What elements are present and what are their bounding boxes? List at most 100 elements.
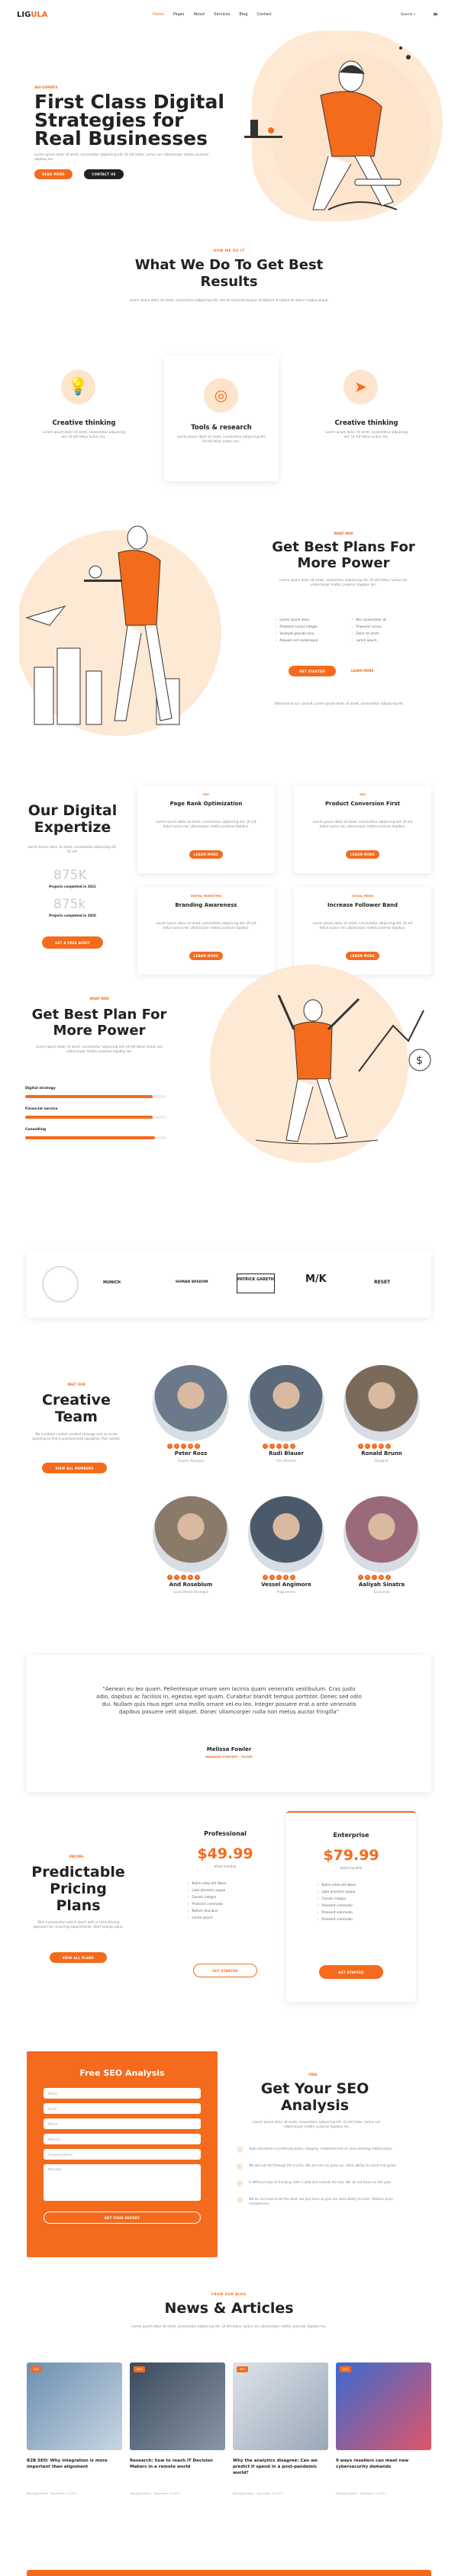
linkedin-icon[interactable]: in — [379, 1444, 384, 1449]
twitter-icon[interactable]: t — [174, 1575, 179, 1580]
youtube-icon[interactable]: y — [290, 1444, 295, 1449]
news-card[interactable]: SEO Research: how to reach IT Decision M… — [130, 2362, 225, 2515]
email-field[interactable]: Email — [44, 2103, 201, 2114]
hero-eyebrow: SEO EXPERTS — [34, 85, 58, 89]
news-title[interactable]: Why the analytics disagree: Can we predi… — [233, 2458, 324, 2476]
instagram-icon[interactable]: i — [372, 1575, 377, 1580]
facebook-icon[interactable]: f — [167, 1575, 173, 1580]
stat-label: Projects completed in 2021 — [49, 885, 96, 888]
hero-contact-button[interactable]: CONTACT US — [84, 169, 124, 179]
phone-field[interactable]: Phone — [44, 2118, 201, 2129]
facebook-icon[interactable]: f — [263, 1575, 268, 1580]
linkedin-icon[interactable]: in — [283, 1444, 289, 1449]
linkedin-icon[interactable]: in — [379, 1575, 384, 1580]
member-name: Ronald Brunn — [361, 1450, 402, 1457]
learn-more-button[interactable]: LEARN MORE — [346, 850, 379, 859]
message-field[interactable]: Message — [44, 2164, 201, 2201]
company-field[interactable]: Company Name — [44, 2149, 201, 2160]
news-tag[interactable]: SEO — [340, 2366, 352, 2372]
twitter-icon[interactable]: t — [174, 1444, 179, 1449]
youtube-icon[interactable]: y — [195, 1575, 200, 1580]
youtube-icon[interactable]: y — [385, 1444, 391, 1449]
website-field[interactable]: Website — [44, 2134, 201, 2144]
news-image[interactable] — [336, 2362, 431, 2450]
check-icon: ✓ — [317, 1917, 320, 1921]
social-links: f t i in y — [357, 1435, 392, 1450]
hero-read-more-button[interactable]: READ MORE — [34, 169, 73, 179]
twitter-icon[interactable]: t — [269, 1444, 275, 1449]
feature-card: ➤ Creative thinking Lorem ipsum dolor si… — [313, 366, 420, 480]
free-audit-button[interactable]: GET A FREE AUDIT — [42, 936, 103, 949]
card-title: Branding Awareness — [175, 902, 237, 908]
facebook-icon[interactable]: f — [358, 1444, 363, 1449]
menu-icon[interactable]: ≡ — [433, 11, 438, 18]
plans-learn-more-link[interactable]: LEARN MORE — [351, 669, 373, 673]
feature-card-text: Lorem ipsum dolor sit amet, consectetur … — [43, 430, 125, 438]
youtube-icon[interactable]: y — [290, 1575, 295, 1580]
nav-home[interactable]: Home — [153, 12, 164, 17]
expertise-card: DIGITAL MARKETING Branding Awareness Lor… — [137, 887, 275, 975]
check-circle-icon — [237, 2163, 243, 2170]
plans-title: Get Best Plans For More Power — [272, 539, 415, 571]
instagram-icon[interactable]: i — [372, 1444, 377, 1449]
check-icon: ✓ — [187, 1881, 190, 1885]
news-card[interactable]: SEO Why the analytics disagree: Can we p… — [233, 2362, 328, 2515]
nav-blog[interactable]: Blog — [239, 12, 247, 17]
check-icon: ✓ — [317, 1910, 320, 1914]
news-tag[interactable]: SEO — [237, 2366, 249, 2372]
news-card[interactable]: SEO B2B SEO: Why integration is more imp… — [27, 2362, 122, 2515]
team-member: f t i in y Rudi Blauer Vice Director — [244, 1365, 328, 1487]
news-image[interactable] — [27, 2362, 122, 2450]
learn-more-button[interactable]: LEARN MORE — [189, 952, 223, 960]
name-field[interactable]: Name — [44, 2088, 201, 2099]
youtube-icon[interactable]: y — [195, 1444, 200, 1449]
facebook-icon[interactable]: f — [263, 1444, 268, 1449]
card-text: Lorem ipsum dolor sit amet, consectetur … — [312, 921, 413, 930]
facebook-icon[interactable]: f — [358, 1575, 363, 1580]
instagram-icon[interactable]: i — [181, 1444, 186, 1449]
linkedin-icon[interactable]: in — [283, 1575, 289, 1580]
plans-get-started-button[interactable]: GET STARTED — [289, 666, 336, 676]
instagram-icon[interactable]: i — [276, 1575, 282, 1580]
nav-about[interactable]: About — [193, 12, 205, 17]
check-icon: ✓ — [351, 625, 354, 628]
member-role: Designer — [375, 1459, 389, 1463]
get-started-button[interactable]: GET STARTED — [319, 1965, 383, 1979]
linkedin-icon[interactable]: in — [188, 1575, 193, 1580]
news-image[interactable] — [233, 2362, 328, 2450]
skills-eyebrow: WHAT NEW — [89, 997, 109, 1001]
news-tag[interactable]: SEO — [31, 2366, 43, 2372]
get-started-button[interactable]: GET STARTED — [193, 1964, 257, 1977]
avatar — [344, 1496, 420, 1572]
twitter-icon[interactable]: t — [269, 1575, 275, 1580]
nav-services[interactable]: Services — [214, 12, 230, 17]
instagram-icon[interactable]: i — [181, 1575, 186, 1580]
youtube-icon[interactable]: y — [385, 1575, 391, 1580]
search-button[interactable]: Search ⌕ — [401, 12, 415, 17]
learn-more-button[interactable]: LEARN MORE — [189, 850, 223, 859]
news-title[interactable]: 9 ways resellers can meet new cybersecur… — [336, 2458, 427, 2470]
team-member: f t i in y Peter Ross Graphic Designer — [149, 1365, 233, 1487]
view-all-plans-button[interactable]: VIEW ALL PLANS — [50, 1952, 107, 1963]
twitter-icon[interactable]: t — [365, 1575, 370, 1580]
view-all-members-button[interactable]: VIEW ALL MEMBERS — [42, 1463, 107, 1473]
learn-more-button[interactable]: LEARN MORE — [346, 952, 379, 960]
facebook-icon[interactable]: f — [167, 1444, 173, 1449]
news-card[interactable]: SEO 9 ways resellers can meet new cybers… — [336, 2362, 431, 2515]
news-title[interactable]: Research: how to reach IT Decision Maker… — [130, 2458, 221, 2470]
get-report-button[interactable]: GET YOUR REPORT — [44, 2211, 201, 2224]
nav-contact[interactable]: Contact — [256, 12, 271, 17]
pricing-title: Predictable Pricing Plans — [31, 1864, 125, 1914]
logo[interactable]: LIGULA — [17, 11, 48, 19]
news-image[interactable] — [130, 2362, 225, 2450]
linkedin-icon[interactable]: in — [188, 1444, 193, 1449]
news-title[interactable]: B2B SEO: Why integration is more importa… — [27, 2458, 118, 2470]
news-tag[interactable]: SEO — [134, 2366, 146, 2372]
testimonial-card: "Aenean eu leo quam. Pellentesque ornare… — [27, 1655, 431, 1792]
instagram-icon[interactable]: i — [276, 1444, 282, 1449]
nav-pages[interactable]: Pages — [173, 12, 185, 17]
twitter-icon[interactable]: t — [365, 1444, 370, 1449]
whatwedo-text: Lorem ipsum dolor sit amet, consectetur … — [129, 298, 329, 302]
check-icon: ✓ — [275, 631, 278, 635]
member-name: Aaliyah Sinatra — [358, 1582, 405, 1588]
